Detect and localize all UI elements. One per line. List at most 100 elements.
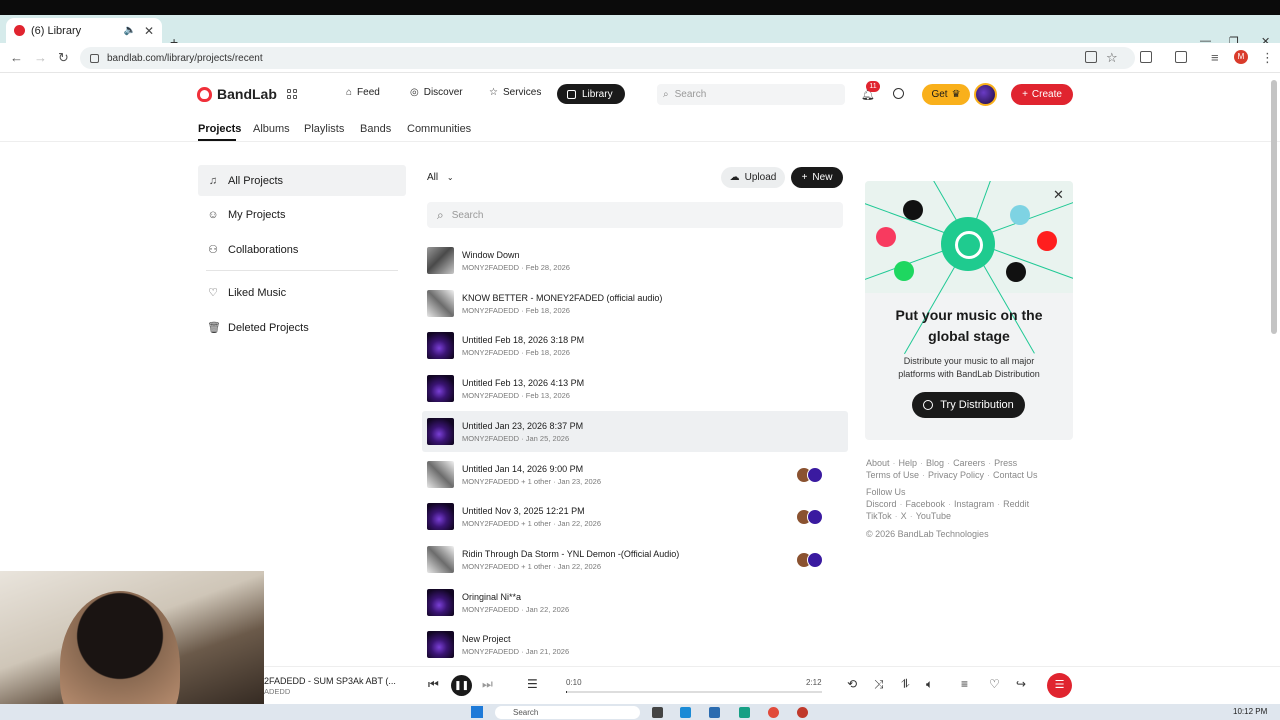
user-avatar[interactable] [974,83,997,106]
project-row[interactable]: Untitled Nov 3, 2025 12:21 PM MONY2FADEDD… [422,496,848,537]
filter-dropdown[interactable]: All ⌄ [427,172,454,183]
taskbar-search[interactable]: Search [495,706,640,719]
project-row[interactable]: New Project MONY2FADEDD · Jan 21, 2026 [422,624,848,665]
project-thumbnail[interactable] [427,461,454,488]
tab-bands[interactable]: Bands [360,123,391,135]
project-title[interactable]: Ridin Through Da Storm - YNL Demon -(Off… [462,549,679,559]
speaker-icon[interactable]: 🔈 [123,25,135,36]
sidebar-item-deleted-projects[interactable]: 🗑︎ Deleted Projects [198,312,406,343]
sidebar-item-collaborations[interactable]: ⚇ Collaborations [198,234,406,265]
page-scrollbar[interactable] [1271,80,1277,334]
playlist-icon[interactable]: ☰ [527,677,538,691]
create-button[interactable]: + Create [1011,84,1073,105]
tab-albums[interactable]: Albums [253,123,290,135]
install-icon[interactable] [1085,51,1097,63]
nav-services[interactable]: ☆ Services [489,87,541,98]
profile-avatar[interactable]: M [1234,50,1248,64]
header-search-input[interactable]: ⌕ Search [657,84,845,105]
repeat-icon[interactable]: ⟲ [847,677,857,691]
get-membership-button[interactable]: Get ♛ [922,84,970,105]
extensions-icon[interactable] [1140,51,1152,63]
project-row[interactable]: Untitled Jan 23, 2026 8:37 PM MONY2FADEDD… [422,411,848,452]
chrome-profile-icon[interactable] [797,707,808,718]
footer-link[interactable]: Blog [926,458,944,468]
previous-track-icon[interactable]: ⏮︎ [428,677,439,692]
browser-tab[interactable]: (6) Library 🔈 ✕ [6,18,162,43]
project-title[interactable]: Untitled Nov 3, 2025 12:21 PM [462,506,601,516]
collaborator-avatars[interactable] [796,552,824,568]
footer-link[interactable]: Discord [866,499,897,509]
store-icon[interactable] [709,707,720,718]
browser-menu-icon[interactable]: ⋮ [1261,50,1274,66]
chrome-icon[interactable] [768,707,779,718]
player-track-title[interactable]: 2FADEDD - SUM SP3Ak ABT (... [264,676,396,686]
media-control-icon[interactable]: ≡ [1211,50,1219,65]
app-icon[interactable] [739,707,750,718]
messages-icon[interactable] [893,88,904,99]
footer-link[interactable]: Terms of Use [866,470,919,480]
player-track-artist[interactable]: ADEDD [264,687,290,696]
project-row[interactable]: Ridin Through Da Storm - YNL Demon -(Off… [422,539,848,580]
project-thumbnail[interactable] [427,546,454,573]
footer-link[interactable]: About [866,458,890,468]
nav-library[interactable]: Library [557,84,625,104]
task-view-icon[interactable] [652,707,663,718]
apps-grid-icon[interactable] [287,89,297,99]
pause-button[interactable]: ❚❚ [451,675,472,696]
queue-button[interactable]: ☰ [1047,673,1072,698]
project-title[interactable]: Untitled Jan 14, 2026 9:00 PM [462,464,601,474]
collaborator-avatars[interactable] [796,509,824,525]
site-info-icon[interactable] [90,53,99,63]
sidebar-item-all-projects[interactable]: ♫ All Projects [198,165,406,196]
footer-link[interactable]: X [901,511,907,521]
project-thumbnail[interactable] [427,418,454,445]
edge-icon[interactable] [680,707,691,718]
project-title[interactable]: KNOW BETTER - MONEY2FADED (official audi… [462,293,662,303]
footer-link[interactable]: Privacy Policy [928,470,984,480]
windows-start-icon[interactable] [471,706,483,718]
reload-icon[interactable]: ↻ [58,50,69,66]
project-title[interactable]: New Project [462,634,569,644]
project-title[interactable]: Window Down [462,250,570,260]
forward-icon[interactable]: → [34,50,47,65]
project-row[interactable]: Oringinal Ni**a MONY2FADEDD · Jan 22, 202… [422,582,848,623]
footer-link[interactable]: Careers [953,458,985,468]
progress-bar[interactable] [566,691,822,693]
footer-link[interactable]: Contact Us [993,470,1038,480]
project-thumbnail[interactable] [427,290,454,317]
share-icon[interactable]: ↪ [1016,677,1026,691]
footer-link[interactable]: Instagram [954,499,994,509]
project-row[interactable]: Untitled Feb 18, 2026 3:18 PM MONY2FADEDD… [422,325,848,366]
try-distribution-button[interactable]: Try Distribution [912,392,1025,418]
footer-link[interactable]: YouTube [916,511,951,521]
footer-link[interactable]: Press [994,458,1017,468]
back-icon[interactable]: ← [10,50,23,65]
volume-icon[interactable]: 🔈︎ [926,677,933,692]
split-view-icon[interactable] [1175,51,1187,63]
project-thumbnail[interactable] [427,631,454,658]
shuffle-icon[interactable]: ⤨ [874,677,884,692]
tab-communities[interactable]: Communities [407,123,471,135]
project-title[interactable]: Untitled Feb 18, 2026 3:18 PM [462,335,584,345]
footer-link[interactable]: Reddit [1003,499,1029,509]
project-title[interactable]: Untitled Jan 23, 2026 8:37 PM [462,421,583,431]
upload-button[interactable]: ☁ Upload [721,167,785,188]
like-heart-icon[interactable]: ♡ [989,677,1000,691]
project-title[interactable]: Untitled Feb 13, 2026 4:13 PM [462,378,584,388]
project-title[interactable]: Oringinal Ni**a [462,592,569,602]
url-field[interactable]: bandlab.com/library/projects/recent [80,47,1135,69]
next-track-icon[interactable]: ⏭︎ [482,677,493,692]
footer-link[interactable]: Help [899,458,918,468]
autoplay-icon[interactable]: ⥮ [901,677,910,692]
project-thumbnail[interactable] [427,247,454,274]
bookmark-star-icon[interactable]: ☆ [1106,50,1118,66]
project-row[interactable]: KNOW BETTER - MONEY2FADED (official audi… [422,283,848,324]
project-thumbnail[interactable] [427,332,454,359]
project-row[interactable]: Untitled Jan 14, 2026 9:00 PM MONY2FADEDD… [422,454,848,495]
sidebar-item-my-projects[interactable]: ☺ My Projects [198,199,406,230]
project-row[interactable]: Untitled Feb 13, 2026 4:13 PM MONY2FADEDD… [422,368,848,409]
nav-discover[interactable]: ◎ Discover [410,87,463,98]
new-project-button[interactable]: + New [791,167,843,188]
project-thumbnail[interactable] [427,589,454,616]
bandlab-logo[interactable]: BandLab [197,86,277,102]
